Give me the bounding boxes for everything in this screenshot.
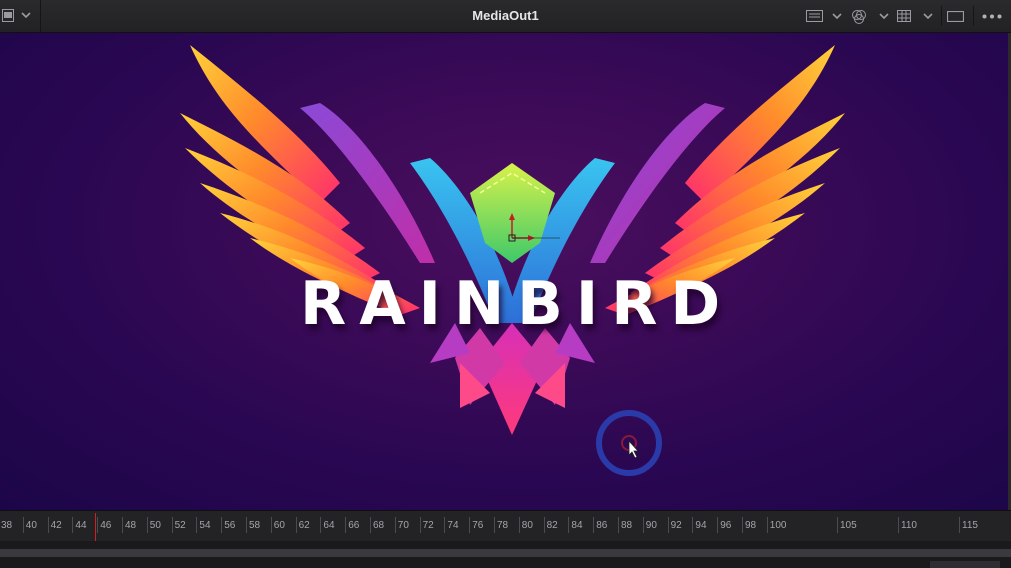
tick-mark (766, 517, 768, 533)
timeline-scroll-area (0, 541, 1011, 568)
timeline-scroll-thumb[interactable] (930, 561, 1000, 568)
logo-wordmark: RAINBIRD (300, 269, 734, 339)
tick-mark (47, 517, 49, 533)
tick-label: 74 (447, 520, 459, 531)
tail-feathers (430, 323, 595, 435)
chevron-down-icon[interactable] (21, 12, 31, 19)
tick-mark (221, 517, 223, 533)
tick-label: 105 (840, 520, 857, 531)
tick-mark (618, 517, 619, 533)
tick-mark (667, 517, 669, 533)
tick-label: 90 (645, 520, 657, 531)
tick-mark (270, 517, 272, 533)
tick-label: 60 (273, 520, 285, 531)
display-mode-icon[interactable] (806, 10, 823, 22)
tick-label: 76 (472, 520, 484, 531)
tick-label: 58 (249, 520, 261, 531)
tick-mark (146, 517, 148, 533)
tick-label: 62 (298, 520, 310, 531)
tick-mark (246, 517, 247, 533)
viewer-layout-icon[interactable] (2, 9, 14, 22)
tick-label: 84 (571, 520, 583, 531)
viewer-toolbar: MediaOut1 (0, 0, 1011, 33)
tick-mark (518, 517, 520, 533)
tick-label: 70 (397, 520, 409, 531)
tick-label: 94 (695, 520, 707, 531)
frame-icon[interactable] (947, 11, 964, 22)
tick-label: 46 (100, 520, 112, 531)
tick-label: 40 (25, 520, 37, 531)
grid-icon[interactable] (897, 10, 911, 22)
tick-label: 42 (50, 520, 62, 531)
tick-mark (593, 517, 595, 533)
tick-label: 98 (745, 520, 757, 531)
tick-mark (444, 517, 446, 533)
tick-label: 88 (621, 520, 633, 531)
tick-label: 96 (720, 520, 732, 531)
tick-mark (345, 517, 347, 533)
tick-mark (22, 517, 24, 533)
chevron-down-icon[interactable] (923, 13, 933, 20)
tick-mark (122, 517, 123, 533)
tick-label: 92 (670, 520, 682, 531)
tick-mark (543, 517, 545, 533)
tick-mark (898, 517, 899, 533)
tick-label: 38 (1, 520, 13, 531)
tick-mark (959, 517, 960, 533)
tick-mark (97, 517, 99, 533)
tick-mark (370, 517, 371, 533)
tick-mark (320, 517, 322, 533)
playhead[interactable] (95, 513, 96, 541)
tick-label: 80 (521, 520, 533, 531)
tick-label: 68 (373, 520, 385, 531)
tick-label: 64 (323, 520, 335, 531)
tick-mark (469, 517, 471, 533)
timeline-ruler[interactable]: 38 40 42 44 46 48 50 52 54 56 58 60 62 64 66 68 70 72 74 76… (0, 510, 1011, 541)
tick-mark (494, 517, 495, 533)
tick-mark (717, 517, 719, 533)
tick-label: 54 (199, 520, 211, 531)
tick-mark (394, 517, 396, 533)
tick-mark (692, 517, 694, 533)
toolbar-divider (941, 6, 942, 26)
toolbar-divider (973, 6, 974, 26)
chevron-down-icon[interactable] (832, 13, 842, 20)
tick-label: 115 (962, 520, 978, 531)
viewer-options-group (0, 0, 41, 32)
tick-label: 50 (149, 520, 161, 531)
tick-mark (171, 517, 173, 533)
tick-label: 48 (125, 520, 137, 531)
tick-mark (742, 517, 743, 533)
tick-label: 44 (75, 520, 87, 531)
tick-mark (419, 517, 421, 533)
viewer-canvas[interactable]: RAINBIRD (0, 33, 1008, 510)
tick-label: 82 (546, 520, 558, 531)
tick-mark (837, 517, 838, 533)
tick-label: 72 (422, 520, 434, 531)
tick-mark (196, 517, 198, 533)
tick-label: 110 (901, 520, 917, 531)
tick-mark (295, 517, 297, 533)
tick-label: 78 (497, 520, 509, 531)
more-options-icon[interactable] (982, 14, 1002, 19)
tick-mark (642, 517, 644, 533)
tick-label: 56 (224, 520, 236, 531)
tick-mark (72, 517, 74, 533)
tick-label: 86 (596, 520, 608, 531)
tick-label: 52 (174, 520, 186, 531)
timeline-scrollbar[interactable] (0, 549, 1011, 557)
tick-label: 100 (769, 520, 787, 531)
tick-label: 66 (348, 520, 360, 531)
viewer-controls-group (801, 0, 1011, 32)
chevron-down-icon[interactable] (879, 13, 889, 20)
tick-mark (568, 517, 570, 533)
fusion-viewer-window: MediaOut1 RAINBIRD 38 40 42 44 46 48 50 … (0, 0, 1011, 568)
color-channel-icon[interactable] (851, 9, 867, 25)
